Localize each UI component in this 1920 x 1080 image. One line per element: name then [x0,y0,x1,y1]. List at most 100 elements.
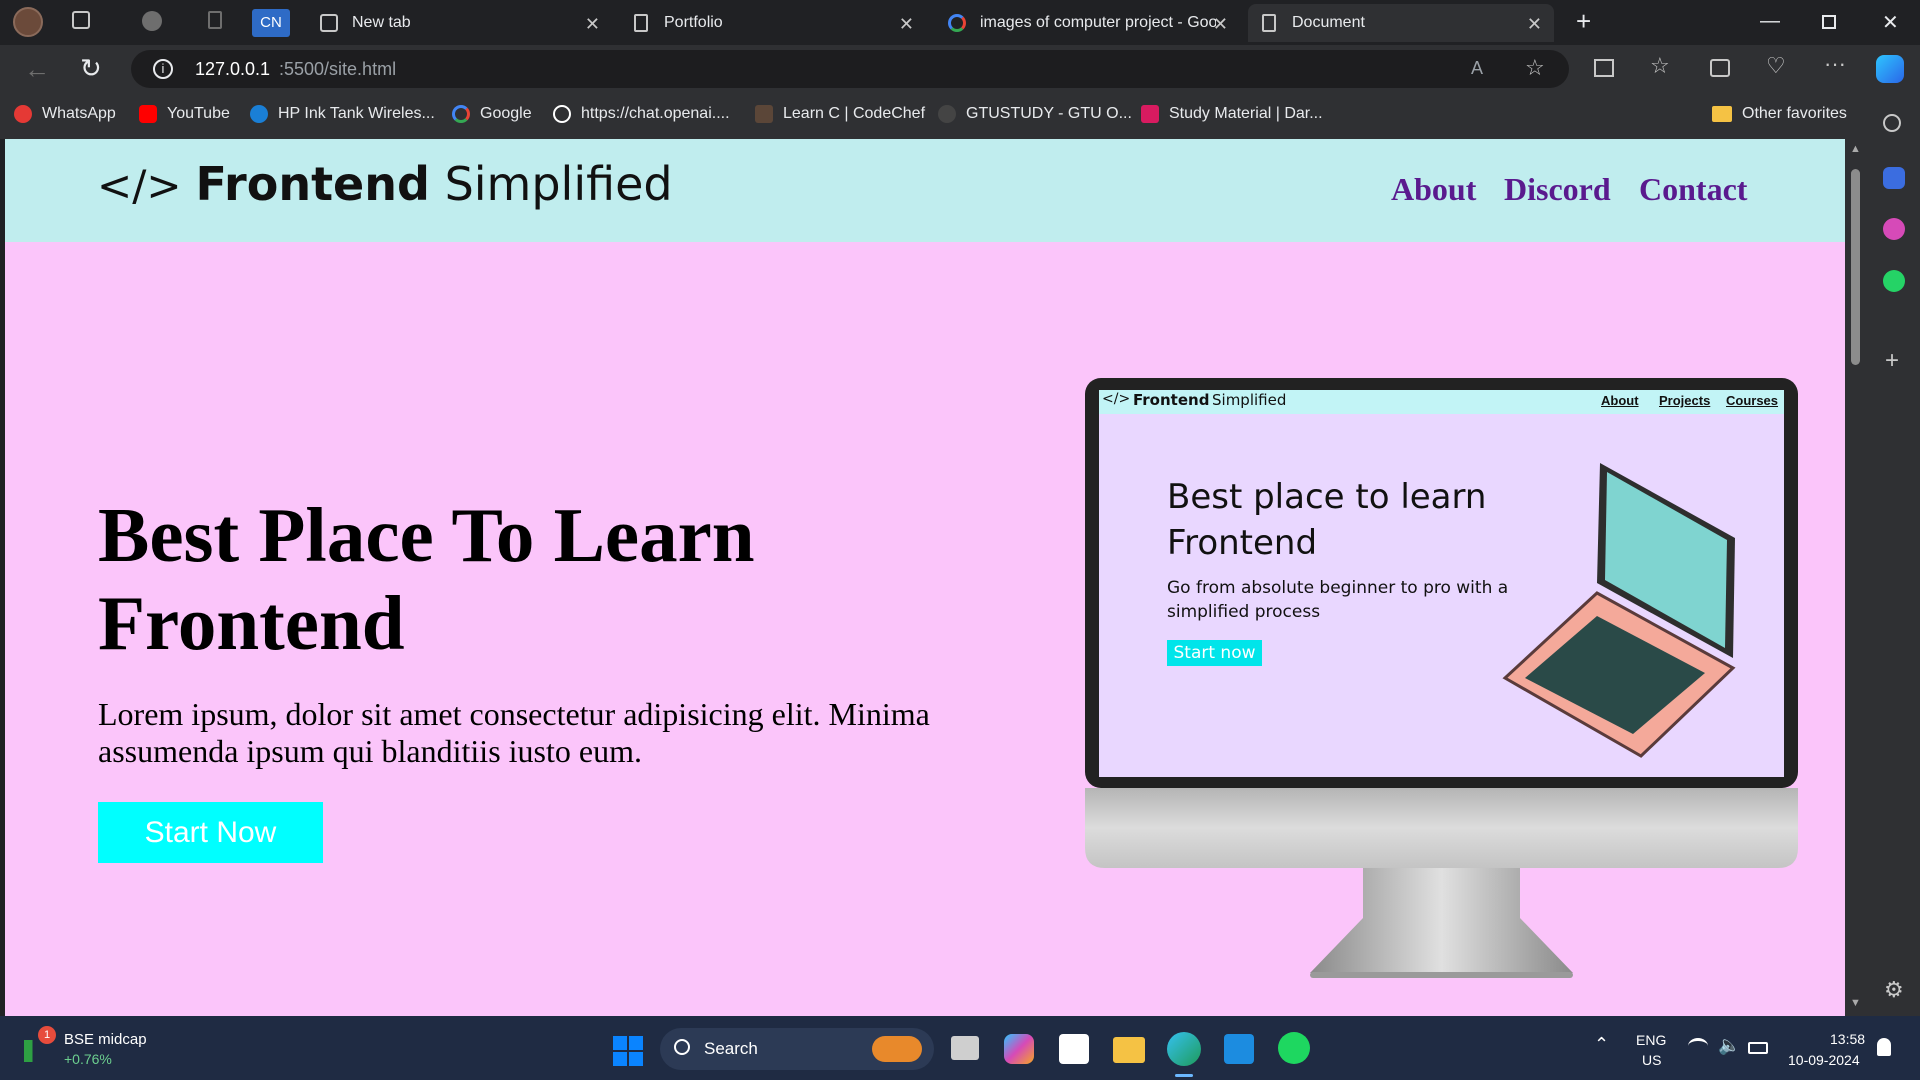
logo-light-text: Simplified [444,157,673,211]
clock-date[interactable]: 10-09-2024 [1788,1052,1860,1068]
bookmark-google[interactable]: Google [452,105,532,123]
mini-nav-about: About [1601,393,1639,408]
tab-label: Document [1292,14,1365,31]
bookmark-study-material[interactable]: Study Material | Dar... [1141,105,1323,123]
clock-time[interactable]: 13:58 [1830,1031,1865,1047]
start-windows-icon[interactable] [613,1036,643,1066]
split-screen-icon[interactable] [1594,59,1614,77]
bookmark-label: Learn C | CodeChef [783,105,926,122]
volume-icon[interactable]: 🔈 [1718,1035,1740,1056]
start-now-button[interactable]: Start Now [98,802,323,863]
bookmark-whatsapp[interactable]: WhatsApp [14,105,116,123]
battery-icon[interactable] [1748,1042,1768,1054]
sidebar-settings-icon[interactable]: ⚙ [1884,977,1904,1003]
minimize-icon[interactable]: — [1760,10,1780,33]
task-view-icon[interactable] [951,1036,979,1060]
new-tab-plus-icon[interactable]: + [1576,6,1591,37]
tab-cn-label: CN [252,9,290,37]
bookmark-hp[interactable]: HP Ink Tank Wireles... [250,105,435,123]
site-header: </> Frontend Simplified About Discord Con… [5,139,1845,242]
nav-discord[interactable]: Discord [1504,171,1611,208]
taskbar-search[interactable]: Search [660,1028,934,1070]
nav-about[interactable]: About [1391,171,1476,208]
scroll-down-arrow-icon[interactable]: ▼ [1850,997,1861,1009]
profile-avatar[interactable] [13,7,43,37]
logo-bold-text: Frontend [195,157,430,211]
notification-bell-icon[interactable] [1877,1038,1891,1056]
lang-line-1[interactable]: ENG [1636,1032,1666,1048]
mini-logo-light: Simplified [1212,391,1287,409]
mini-subline-1: Go from absolute beginner to pro with a [1167,578,1509,598]
monitor-illustration: </> Frontend Simplified About Projects C… [1085,378,1798,978]
tab-google-images[interactable]: images of computer project - Goo ✕ [934,4,1240,42]
collections-icon[interactable] [1710,59,1730,77]
close-tab-icon[interactable]: ✕ [1527,14,1542,35]
url-host: 127.0.0.1 [195,59,271,79]
spotify-icon[interactable] [1278,1032,1310,1064]
copilot-sidebar-icon[interactable] [1883,167,1905,189]
bookmark-label: YouTube [167,105,230,122]
file-explorer-icon[interactable] [1113,1037,1145,1063]
tab-label: Portfolio [664,14,723,31]
whatsapp-sidebar-icon[interactable] [1883,270,1905,292]
more-menu-icon[interactable]: ··· [1824,51,1846,77]
tab-cn[interactable]: CN [252,4,296,42]
scroll-thumb[interactable] [1851,169,1860,365]
site-info-icon[interactable]: i [153,59,173,79]
folder-icon [1712,106,1732,122]
favorites-icon[interactable]: ☆ [1650,53,1670,79]
show-hidden-icons-icon[interactable]: ⌃ [1594,1034,1609,1055]
designer-icon[interactable] [1883,218,1905,240]
hero-title-line-2: Frontend [98,580,405,666]
page-scrollbar[interactable]: ▲ ▼ [1845,139,1866,1016]
url-field[interactable]: i 127.0.0.1 :5500/site.html A ☆ [131,50,1569,88]
mini-nav-projects: Projects [1659,393,1711,408]
edge-taskbar-icon[interactable] [1167,1032,1201,1066]
lang-line-2[interactable]: US [1642,1052,1661,1068]
bookmark-codechef[interactable]: Learn C | CodeChef [755,105,925,123]
wifi-icon[interactable] [1688,1038,1708,1054]
bookmark-chatgpt[interactable]: https://chat.openai.... [553,105,730,123]
github-tab-icon[interactable] [142,11,162,31]
store-icon[interactable] [1059,1034,1089,1064]
bookmark-gtustudy[interactable]: GTUSTUDY - GTU O... [938,105,1132,123]
search-highlight-icon [872,1036,922,1062]
study-material-icon [1141,105,1159,123]
workspaces-icon[interactable] [72,11,90,29]
mini-logo-bold: Frontend [1133,391,1210,409]
search-icon [674,1039,690,1055]
tab-portfolio[interactable]: Portfolio ✕ [620,4,926,42]
tab-label: images of computer project - Goo [980,14,1216,31]
page-tab-icon[interactable] [208,11,222,29]
browser-essentials-icon[interactable]: ♡ [1766,53,1786,79]
mini-nav-courses: Courses [1726,393,1779,408]
mini-subline-2: simplified process [1167,602,1321,622]
other-favorites[interactable]: Other favorites [1712,105,1847,123]
copilot-taskbar-icon[interactable] [1004,1034,1034,1064]
close-window-icon[interactable]: ✕ [1882,10,1899,35]
close-tab-icon[interactable]: ✕ [1213,14,1228,35]
search-icon[interactable] [1883,114,1901,132]
nav-contact[interactable]: Contact [1639,171,1747,208]
stock-widget[interactable]: 1 BSE midcap +0.76% [24,1026,164,1072]
back-icon[interactable]: ← [24,54,50,85]
restore-icon[interactable] [1822,15,1836,29]
favorite-star-icon[interactable]: ☆ [1525,55,1545,81]
tab-new-tab[interactable]: New tab ✕ [306,4,612,42]
close-tab-icon[interactable]: ✕ [899,14,914,35]
vscode-icon[interactable] [1224,1034,1254,1064]
refresh-icon[interactable]: ↻ [80,53,102,84]
site-logo[interactable]: </> Frontend Simplified [97,157,673,211]
gtustudy-icon [938,105,956,123]
youtube-icon [139,105,157,123]
tab-document[interactable]: Document ✕ [1248,4,1554,42]
read-aloud-icon[interactable]: A [1471,58,1483,79]
other-favorites-label: Other favorites [1742,105,1847,122]
close-tab-icon[interactable]: ✕ [585,14,600,35]
add-sidebar-icon[interactable]: + [1885,347,1899,375]
copilot-icon[interactable] [1876,55,1904,83]
bookmark-youtube[interactable]: YouTube [139,105,230,123]
scroll-up-arrow-icon[interactable]: ▲ [1850,143,1861,155]
bookmark-label: WhatsApp [42,105,116,122]
page-viewport: </> Frontend Simplified About Discord Con… [5,139,1845,1016]
